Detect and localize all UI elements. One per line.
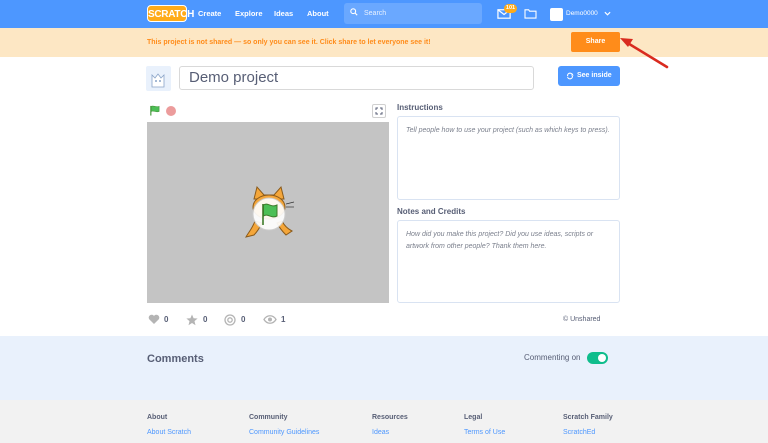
view-count: 1 xyxy=(263,313,289,327)
nav-link-create[interactable]: Create xyxy=(198,0,221,28)
nav-link-ideas[interactable]: Ideas xyxy=(274,0,293,28)
footer xyxy=(0,400,768,443)
footer-heading-community: Community xyxy=(249,414,288,421)
eye-icon xyxy=(263,315,277,324)
toggle-knob xyxy=(598,354,606,362)
cat-avatar-icon xyxy=(151,73,165,88)
love-count[interactable]: 0 xyxy=(148,313,174,327)
star-icon xyxy=(186,314,198,326)
username-label[interactable]: Demo0000 xyxy=(566,0,598,28)
scratch-logo[interactable]: SCRATCH xyxy=(147,5,194,22)
heart-icon xyxy=(148,314,160,324)
notes-credits-textarea[interactable]: How did you make this project? Did you u… xyxy=(397,220,620,303)
footer-heading-legal: Legal xyxy=(464,414,483,421)
fullscreen-icon xyxy=(375,107,383,115)
footer-link-terms-of-use[interactable]: Terms of Use xyxy=(464,429,505,436)
footer-heading-resources: Resources xyxy=(372,414,408,421)
comments-heading: Comments xyxy=(147,353,204,365)
my-stuff-folder-icon[interactable] xyxy=(524,8,537,19)
annotation-arrow-icon xyxy=(620,38,669,69)
share-button[interactable]: Share xyxy=(571,32,620,52)
not-shared-message: This project is not shared — so only you… xyxy=(147,39,431,46)
user-avatar[interactable] xyxy=(550,8,563,21)
remix-arrows-icon xyxy=(567,72,574,80)
footer-heading-about: About xyxy=(147,414,168,421)
remix-count-value: 0 xyxy=(241,315,246,324)
see-inside-label: See inside xyxy=(577,72,612,79)
nav-link-about[interactable]: About xyxy=(307,0,329,28)
green-flag-icon[interactable] xyxy=(149,105,160,116)
remix-count: 0 xyxy=(224,313,250,327)
fullscreen-button[interactable] xyxy=(372,104,386,118)
project-author-thumbnail[interactable] xyxy=(146,66,171,91)
footer-link-community-guidelines[interactable]: Community Guidelines xyxy=(249,429,319,436)
notes-heading: Notes and Credits xyxy=(397,207,466,216)
footer-link-ideas[interactable]: Ideas xyxy=(372,429,389,436)
see-inside-button[interactable]: See inside xyxy=(558,66,620,86)
instructions-textarea[interactable]: Tell people how to use your project (suc… xyxy=(397,116,620,200)
comments-section xyxy=(0,336,768,400)
love-count-value: 0 xyxy=(164,315,169,324)
favorite-count[interactable]: 0 xyxy=(186,313,212,327)
footer-heading-scratch-family: Scratch Family xyxy=(563,414,613,421)
share-status: © Unshared xyxy=(563,316,601,323)
stop-button[interactable] xyxy=(166,106,176,116)
view-count-value: 1 xyxy=(281,315,286,324)
instructions-heading: Instructions xyxy=(397,103,443,112)
commenting-label: Commenting on xyxy=(524,353,581,362)
search-icon xyxy=(350,8,358,16)
commenting-toggle[interactable] xyxy=(587,352,608,364)
remix-icon xyxy=(224,314,236,326)
project-title-input[interactable]: Demo project xyxy=(179,66,534,90)
search-input[interactable]: Search xyxy=(344,3,482,24)
chevron-down-icon[interactable] xyxy=(604,11,611,16)
search-placeholder: Search xyxy=(364,10,387,17)
nav-link-explore[interactable]: Explore xyxy=(235,0,263,28)
scratch-cat-sprite-icon xyxy=(245,185,295,238)
favorite-count-value: 0 xyxy=(203,315,208,324)
message-count-badge: 101 xyxy=(504,4,517,13)
footer-link-scratched[interactable]: ScratchEd xyxy=(563,429,595,436)
footer-link-about-scratch[interactable]: About Scratch xyxy=(147,429,191,436)
